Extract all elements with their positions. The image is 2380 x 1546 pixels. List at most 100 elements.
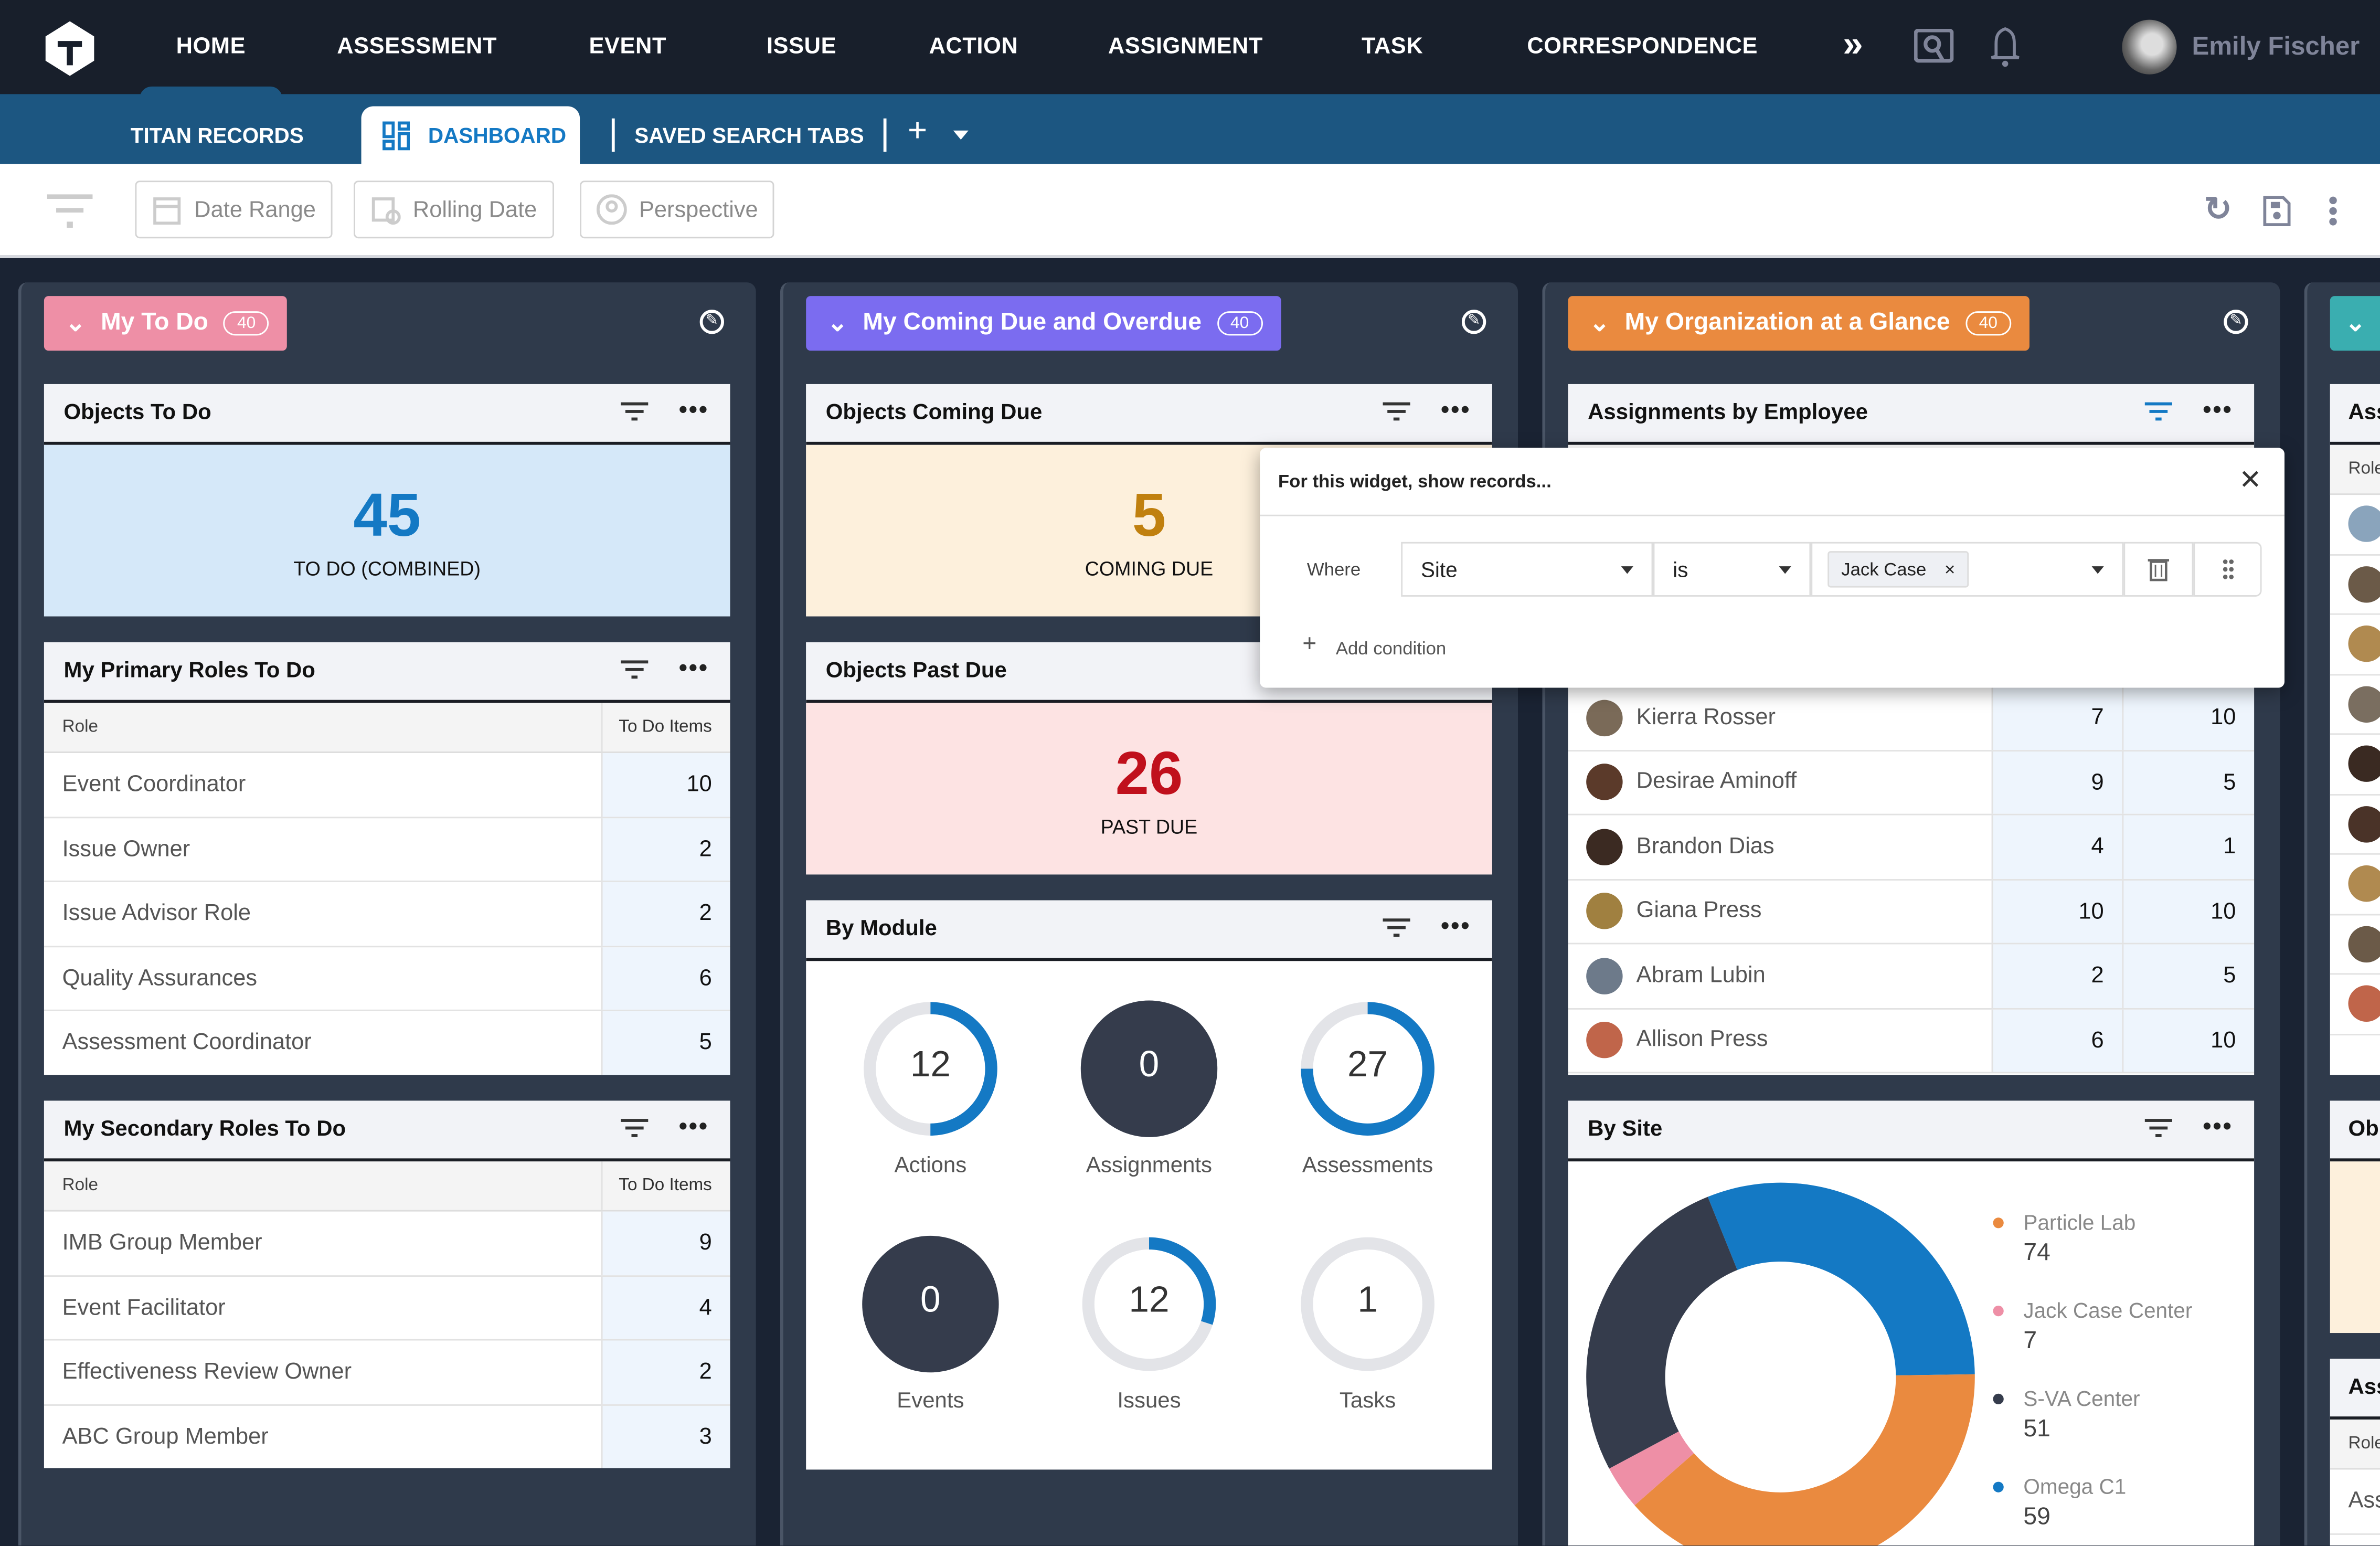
remove-chip-icon[interactable]: × xyxy=(1945,559,1955,580)
table-row[interactable]: Quality Assurances 6 xyxy=(44,946,730,1011)
table-row[interactable]: Assessment Coordinator 5 xyxy=(44,1011,730,1075)
table-row[interactable]: Event Coordinator 10 xyxy=(44,753,730,818)
table-row[interactable] xyxy=(2330,615,2380,675)
assignment-count[interactable]: 10 xyxy=(2122,1009,2255,1072)
filter-icon[interactable] xyxy=(621,1119,649,1137)
to-do-count[interactable]: 5 xyxy=(601,1011,730,1074)
nav-assessment[interactable]: ASSESSMENT xyxy=(337,34,497,59)
chevron-down-icon[interactable]: ⌄ xyxy=(65,308,86,338)
table-row[interactable]: Event Facilitator 4 xyxy=(44,1276,730,1341)
table-row[interactable]: ABC Group Member 3 xyxy=(44,1405,730,1468)
employee-name[interactable]: Allison Press xyxy=(1637,1026,1768,1052)
employee-row[interactable]: Desirae Aminoff 9 5 xyxy=(1568,750,2255,816)
delete-condition-button[interactable] xyxy=(2123,542,2194,597)
search-records-icon[interactable] xyxy=(1914,28,1954,65)
table-row[interactable] xyxy=(2330,735,2380,795)
assignment-count[interactable]: 10 xyxy=(1991,880,2122,943)
rolling-date-button[interactable]: Rolling Date xyxy=(354,181,554,239)
employee-row[interactable]: Kierra Rosser 7 10 xyxy=(1568,686,2255,751)
add-tab-dropdown-icon[interactable] xyxy=(953,130,969,140)
filter-icon[interactable] xyxy=(1383,402,1411,421)
more-options-icon[interactable]: ••• xyxy=(2203,1115,2233,1139)
more-options-icon[interactable]: ••• xyxy=(679,1115,709,1139)
organization-pill[interactable]: ⌄ My Organization at a Glance 40 xyxy=(1568,296,2030,351)
partial-column-pill[interactable]: ⌄ xyxy=(2330,296,2380,351)
assignment-count[interactable]: 4 xyxy=(1991,815,2122,878)
slice-omega-c1[interactable] xyxy=(1707,1182,1975,1375)
date-range-button[interactable]: Date Range xyxy=(135,181,333,239)
edit-icon[interactable]: ✎ xyxy=(2224,310,2248,334)
nav-task[interactable]: TASK xyxy=(1362,34,1423,59)
nav-assignment[interactable]: ASSIGNMENT xyxy=(1108,34,1263,59)
employee-row[interactable]: Abram Lubin 2 5 xyxy=(1568,944,2255,1009)
refresh-icon[interactable]: ↻ xyxy=(2204,190,2232,229)
more-options-icon[interactable]: ••• xyxy=(1441,915,1471,939)
filter-icon[interactable] xyxy=(621,402,649,421)
employee-name[interactable]: Desirae Aminoff xyxy=(1637,768,1797,794)
legend-item[interactable]: Omega C1 59 xyxy=(1993,1474,2126,1532)
perspective-button[interactable]: Perspective xyxy=(580,181,775,239)
bell-icon[interactable] xyxy=(1989,26,2022,68)
to-do-count[interactable]: 3 xyxy=(601,1405,730,1468)
more-chevrons-icon[interactable]: » xyxy=(1843,24,1863,67)
nav-home[interactable]: HOME xyxy=(140,34,282,99)
assignment-count[interactable]: 10 xyxy=(2122,686,2255,749)
more-options-icon[interactable]: ••• xyxy=(2203,398,2233,422)
field-select[interactable]: Site xyxy=(1401,542,1653,597)
filter-active-icon[interactable] xyxy=(2145,402,2173,421)
add-condition-button[interactable]: Add condition xyxy=(1336,638,1446,659)
table-row[interactable] xyxy=(2330,795,2380,855)
table-row[interactable] xyxy=(2330,495,2380,555)
nav-action[interactable]: ACTION xyxy=(929,34,1018,59)
nav-event[interactable]: EVENT xyxy=(589,34,666,59)
table-row[interactable]: Effectiveness Review Owner 2 xyxy=(44,1340,730,1405)
column-header-role[interactable]: Role xyxy=(44,1177,601,1195)
column-header-to-do-items[interactable]: To Do Items xyxy=(601,703,730,752)
table-row[interactable]: Issue Owner 2 xyxy=(44,817,730,882)
to-do-count[interactable]: 4 xyxy=(601,1276,730,1339)
column-header-to-do-items[interactable]: To Do Items xyxy=(601,1161,730,1210)
tab-titan-records[interactable]: TITAN RECORDS xyxy=(131,123,304,147)
to-do-count[interactable]: 6 xyxy=(601,946,730,1010)
drag-handle[interactable] xyxy=(2193,542,2262,597)
assignment-count[interactable]: 5 xyxy=(2122,750,2255,814)
table-row[interactable] xyxy=(2330,855,2380,915)
save-icon[interactable] xyxy=(2263,196,2291,227)
more-options-icon[interactable]: ••• xyxy=(1441,398,1471,422)
chevron-down-icon[interactable]: ⌄ xyxy=(2345,308,2366,338)
add-icon[interactable]: + xyxy=(1302,631,1316,659)
employee-name[interactable]: Giana Press xyxy=(1637,897,1762,923)
operator-select[interactable]: is xyxy=(1653,542,1811,597)
tab-dashboard[interactable]: DASHBOARD xyxy=(361,106,580,164)
more-vertical-icon[interactable] xyxy=(2329,196,2338,226)
close-icon[interactable]: ✕ xyxy=(2239,464,2262,496)
to-do-count[interactable]: 2 xyxy=(601,817,730,881)
table-row[interactable]: Issue Advisor Role 2 xyxy=(44,882,730,947)
legend-item[interactable]: Particle Lab 74 xyxy=(1993,1210,2135,1268)
employee-row[interactable]: Giana Press 10 10 xyxy=(1568,880,2255,945)
filter-icon[interactable] xyxy=(621,660,649,679)
to-do-count[interactable]: 2 xyxy=(601,882,730,945)
coming-due-pill[interactable]: ⌄ My Coming Due and Overdue 40 xyxy=(806,296,1281,351)
nav-issue[interactable]: ISSUE xyxy=(767,34,836,59)
assignment-count[interactable]: 7 xyxy=(1991,686,2122,749)
filter-icon[interactable] xyxy=(1383,918,1411,937)
to-do-count[interactable]: 9 xyxy=(601,1211,730,1275)
tab-saved-search-tabs[interactable]: SAVED SEARCH TABS xyxy=(634,123,864,147)
table-row[interactable] xyxy=(2330,975,2380,1035)
assignment-count[interactable]: 10 xyxy=(2122,880,2255,943)
nav-correspondence[interactable]: CORRESPONDENCE xyxy=(1527,34,1758,59)
table-row[interactable]: IMB Group Member 9 xyxy=(44,1211,730,1276)
employee-row[interactable]: Brandon Dias 4 1 xyxy=(1568,815,2255,880)
value-select[interactable]: Jack Case × xyxy=(1811,542,2124,597)
chevron-down-icon[interactable]: ⌄ xyxy=(827,308,848,338)
legend-item[interactable]: S-VA Center 51 xyxy=(1993,1386,2140,1444)
filter-icon[interactable] xyxy=(47,194,93,228)
edit-icon[interactable]: ✎ xyxy=(1461,310,1486,334)
employee-name[interactable]: Abram Lubin xyxy=(1637,962,1766,988)
employee-name[interactable]: Brandon Dias xyxy=(1637,833,1775,859)
legend-item[interactable]: Jack Case Center 7 xyxy=(1993,1298,2192,1356)
table-row[interactable] xyxy=(2330,555,2380,615)
table-row[interactable] xyxy=(2330,915,2380,975)
employee-row[interactable]: Allison Press 6 10 xyxy=(1568,1009,2255,1074)
